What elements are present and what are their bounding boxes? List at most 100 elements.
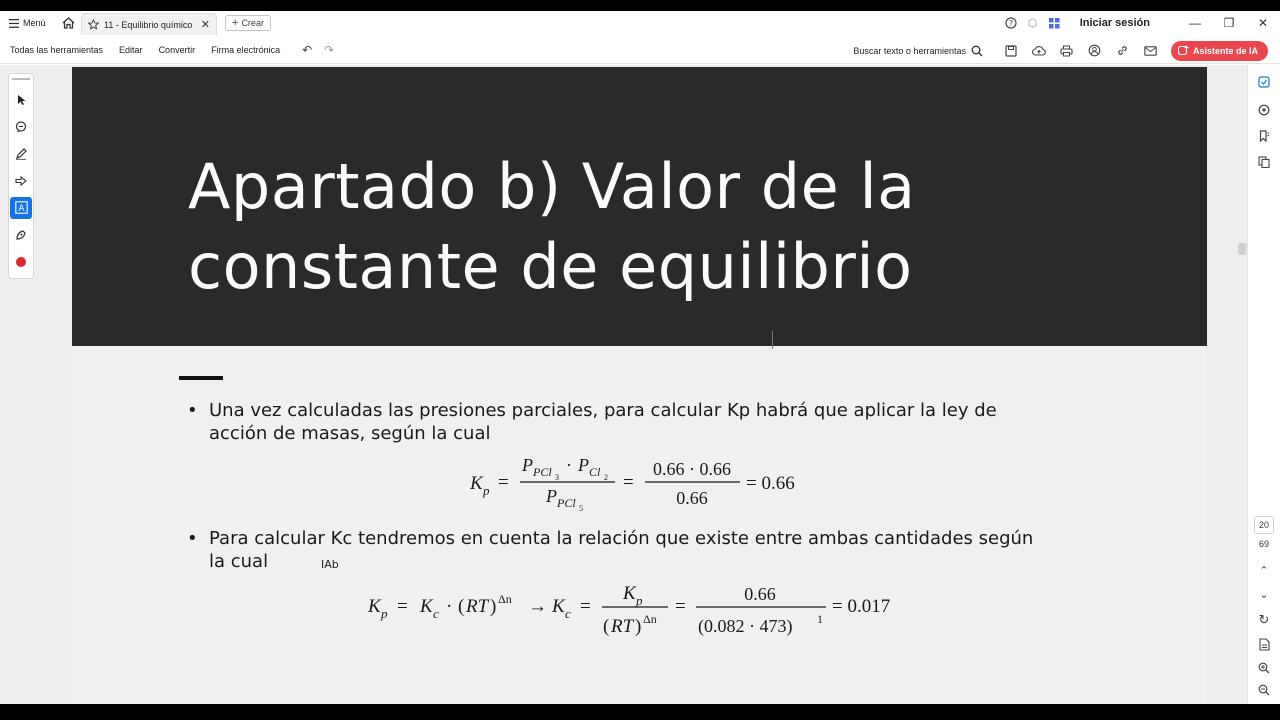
create-button[interactable]: + Crear — [225, 15, 271, 31]
svg-text:=: = — [580, 596, 591, 617]
email-icon[interactable] — [1137, 37, 1165, 64]
zoom-in-icon[interactable] — [1248, 657, 1280, 679]
kp-numerator-value: 0.66 · 0.66 — [653, 459, 731, 479]
comment-tool-button[interactable] — [10, 116, 32, 138]
pen-tool-button[interactable] — [10, 143, 32, 165]
restore-button[interactable]: ❐ — [1212, 11, 1246, 35]
menu-button[interactable]: Menú — [0, 11, 55, 35]
home-icon — [62, 17, 74, 29]
scrollbar-thumb[interactable] — [1238, 243, 1246, 255]
record-dot-icon — [16, 256, 26, 267]
share-user-icon[interactable] — [1081, 37, 1109, 64]
svg-text:PCl: PCl — [532, 465, 552, 479]
kc-denominator-value: (0.082 · 473) — [698, 616, 792, 637]
menu-label: Menú — [23, 18, 46, 28]
svg-text:p: p — [482, 483, 490, 498]
ai-sparkle-icon — [1177, 45, 1189, 56]
pages-icon[interactable] — [1248, 151, 1280, 173]
ai-assistant-label: Asistente de IA — [1192, 45, 1258, 56]
cloud-upload-icon[interactable] — [1025, 37, 1053, 64]
signin-button[interactable]: Iniciar sesión — [1080, 17, 1150, 29]
document-tab[interactable]: 11 - Equilibrio químico ✕ — [81, 13, 217, 35]
kc-symbolic-fraction: K p ( RT ) Δn — [602, 583, 668, 637]
plus-icon: + — [232, 17, 239, 29]
kp-denominator-value: 0.66 — [676, 488, 708, 508]
svg-text:=: = — [623, 472, 634, 493]
stamp-tool-button[interactable] — [10, 224, 32, 246]
svg-text:p: p — [635, 593, 643, 608]
search-tools-label: Buscar texto o herramientas — [853, 45, 966, 56]
minimize-button[interactable]: — — [1178, 11, 1212, 35]
chevron-down-icon[interactable]: ⌄ — [1248, 583, 1280, 605]
pdf-viewer-window: Menú 11 - Equilibrio químico ✕ + Crear ?… — [0, 11, 1280, 704]
svg-text:?: ? — [1009, 19, 1013, 28]
e-sign-menu[interactable]: Firma electrónica — [203, 45, 288, 55]
link-icon[interactable] — [1109, 37, 1137, 64]
convert-menu[interactable]: Convertir — [151, 45, 204, 55]
title-bar: Menú 11 - Equilibrio químico ✕ + Crear ?… — [0, 11, 1280, 35]
svg-text:·: · — [446, 596, 452, 617]
record-button[interactable] — [10, 251, 32, 273]
text-select-tool-button[interactable]: A — [10, 196, 32, 219]
page-fit-icon[interactable] — [1248, 633, 1280, 655]
notification-bell-icon[interactable] — [1022, 11, 1044, 35]
page-number-input[interactable]: 20 — [1254, 516, 1274, 534]
zoom-out-icon[interactable] — [1248, 679, 1280, 701]
bullet-dot: • — [187, 528, 198, 549]
ai-assistant-button[interactable]: Asistente de IA — [1170, 40, 1268, 61]
bullet-item-1: • Una vez calculadas las presiones parci… — [187, 399, 1107, 445]
comments-icon[interactable] — [1248, 99, 1280, 121]
close-window-button[interactable]: ✕ — [1246, 11, 1280, 35]
text-cursor-indicator: IAb — [321, 558, 339, 571]
save-icon[interactable] — [997, 37, 1025, 64]
svg-text:Δn: Δn — [643, 612, 657, 626]
text-cursor-label: Ab — [324, 558, 339, 571]
help-icon[interactable]: ? — [1000, 11, 1022, 35]
vertical-scrollbar[interactable] — [1236, 65, 1246, 704]
edit-menu[interactable]: Editar — [111, 45, 151, 55]
svg-text:(: ( — [603, 616, 609, 637]
svg-text:3: 3 — [555, 473, 559, 482]
apps-grid-icon[interactable] — [1044, 11, 1066, 35]
kp-symbolic-fraction: P PCl 3 · P Cl 2 P PCl 5 — [520, 455, 615, 513]
pdf-page: Apartado b) Valor de la constante de equ… — [72, 67, 1207, 704]
svg-text:RT: RT — [465, 596, 490, 617]
arrow-tool-button[interactable] — [10, 170, 32, 192]
bookmarks-icon[interactable] — [1248, 125, 1280, 147]
rotate-icon[interactable]: ↻ — [1248, 609, 1280, 631]
print-icon[interactable] — [1053, 37, 1081, 64]
page-total: 69 — [1258, 539, 1269, 549]
panel-drag-handle[interactable] — [12, 78, 30, 80]
close-tab-icon[interactable]: ✕ — [201, 18, 210, 31]
bullet-2-line-2: la cual — [209, 551, 269, 572]
pen-icon — [16, 147, 27, 160]
comment-icon — [15, 120, 27, 132]
select-tool-button[interactable] — [10, 89, 32, 111]
undo-icon[interactable]: ↶ — [302, 43, 312, 57]
kc-formula: K p = K c · ( RT ) Δn → K c = K p (RT)… — [368, 583, 890, 637]
chevron-up-icon[interactable]: ⌃ — [1248, 559, 1280, 581]
star-icon[interactable] — [88, 19, 99, 30]
ai-summary-icon[interactable] — [1248, 71, 1280, 93]
svg-text:p: p — [380, 606, 388, 621]
svg-text:): ) — [490, 596, 496, 617]
svg-text:K: K — [622, 583, 637, 604]
svg-text:·: · — [566, 455, 572, 475]
svg-text:c: c — [565, 606, 571, 621]
bullet-dot: • — [187, 400, 198, 421]
svg-text:Cl: Cl — [589, 465, 601, 479]
text-cursor-mark — [772, 331, 773, 349]
slide-title: Apartado b) Valor de la constante de equ… — [188, 147, 1088, 307]
svg-text:Δn: Δn — [498, 592, 512, 606]
home-button[interactable] — [55, 11, 81, 35]
svg-text:5: 5 — [579, 504, 583, 513]
redo-icon[interactable]: ↷ — [324, 43, 334, 57]
kc-numerator-value: 0.66 — [744, 584, 776, 604]
search-tools[interactable]: Buscar texto o herramientas — [853, 45, 983, 57]
all-tools-menu[interactable]: Todas las herramientas — [0, 45, 111, 55]
titlebar-right: ? Iniciar sesión — ❐ ✕ — [1000, 11, 1280, 35]
create-label: Crear — [241, 18, 264, 28]
svg-text:K: K — [368, 596, 382, 617]
svg-text:2: 2 — [604, 473, 608, 482]
svg-text:PCl: PCl — [556, 496, 576, 510]
